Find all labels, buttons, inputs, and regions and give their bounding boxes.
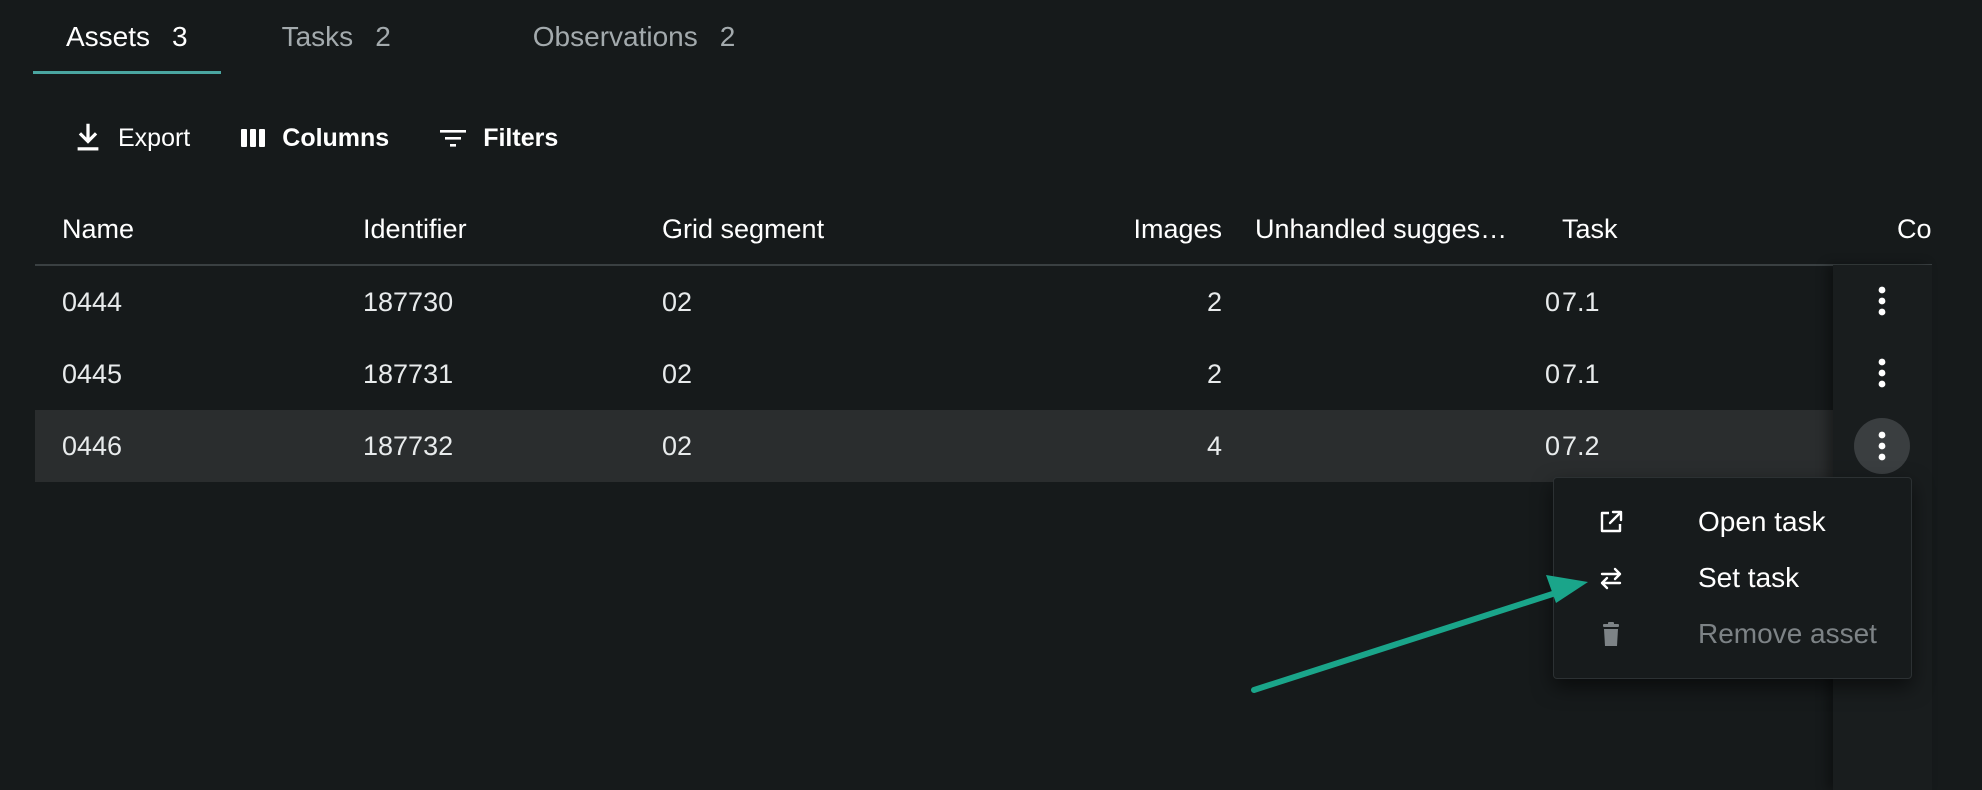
annotation-arrow — [1251, 575, 1588, 693]
